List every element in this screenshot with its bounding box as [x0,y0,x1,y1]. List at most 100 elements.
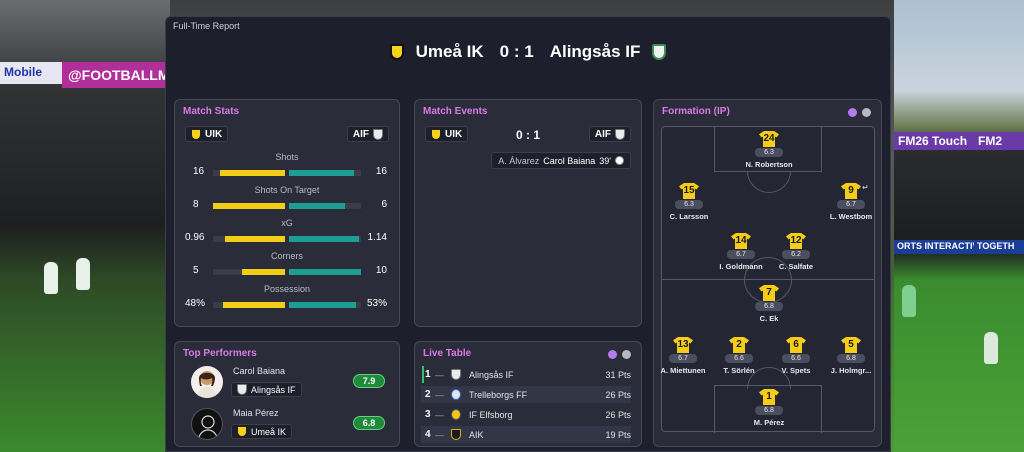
away-stat-bar [289,203,361,209]
goal-event[interactable]: A. Álvarez Carol Baiana 39' [491,152,631,169]
umea-crest-icon [389,44,404,60]
panel-title: Match Events [423,106,488,117]
player-rating: 6.3 [675,200,703,209]
match-events-panel[interactable]: Match Events UIK 0 : 1 AIF A. Álvarez Ca… [414,99,642,327]
formation-player[interactable]: 2 6.6 T. Sörlén [707,337,771,375]
stat-row: 5 10 [175,265,399,279]
formation-player[interactable]: 1 6.8 M. Pérez [737,389,801,427]
formation-player[interactable]: 7 6.8 C. Ek [737,285,801,323]
shirt-icon: 9 [841,183,861,199]
page-dot[interactable] [862,108,871,117]
away-stat-value: 6 [381,199,387,210]
ad-banner: ORTS INTERACTIVE [894,240,974,254]
away-stat-value: 16 [375,166,387,177]
event-scorer: Carol Baiana [543,155,596,166]
alingsas-crest-icon [652,44,667,60]
performer-name: Maia Pérez [233,408,279,418]
page-dot[interactable] [622,350,631,359]
away-stat-bar [289,236,361,242]
player-name: C. Ek [759,314,779,323]
table-position: 3 [425,409,431,420]
home-team-chip: UIK [185,126,229,142]
final-score: 0 : 1 [499,42,534,61]
panel-title: Live Table [423,348,472,359]
background-player [44,262,58,294]
stat-row: 0.96 1.14 [175,232,399,246]
team-abbr: AIF [594,128,611,140]
page-dot-active[interactable] [848,108,857,117]
panel-title: Top Performers [183,348,257,359]
away-stat-fill [289,203,345,209]
team-name: Alingsås IF [251,384,296,395]
shirt-icon: 7 [759,285,779,301]
player-rating: 6.6 [725,354,753,363]
away-stat-value: 10 [375,265,387,276]
formation-player[interactable]: 5 6.8 J. Holmgr... [819,337,883,375]
home-stat-bar [213,170,285,176]
panel-title: Match Stats [183,106,240,117]
home-team-name: Umeå IK [415,42,484,61]
elfsborg-crest-icon [451,409,461,420]
alingsas-crest-icon [237,384,247,395]
table-row[interactable]: 2 — Trelleborgs FF 26 Pts [421,386,631,403]
table-pager [608,350,631,359]
top-performers-panel[interactable]: Top Performers Carol Baiana Alingsås IF … [174,341,400,447]
team-name: Umeå IK [251,426,287,437]
alingsas-crest-icon [451,369,461,380]
shirt-icon: 5 [841,337,861,353]
stat-row: 86 [175,199,399,213]
live-table-panel[interactable]: Live Table 1 — Alingsås IF 31 Pts 2 — Trellebo… [414,341,642,447]
performer-item[interactable]: Carol Baiana Alingsås IF 7.9 [191,366,385,400]
stat-row: 16 16 [175,166,399,180]
ad-banner: FM2 [974,132,1024,150]
background-player [902,285,916,317]
event-minute: 39' [599,155,611,166]
table-row[interactable]: 3 — IF Elfsborg 26 Pts [421,406,631,423]
performer-item[interactable]: Maia Pérez Umeå IK 6.8 [191,408,385,442]
home-stat-bar [213,269,285,275]
background-player [76,258,90,290]
alingsas-crest-icon [373,128,383,140]
ad-banner: FM26 Touch [894,132,974,150]
table-row[interactable]: 1 — Alingsås IF 31 Pts [421,366,631,383]
home-stat-value: 0.96 [185,232,205,243]
trelleborgs-crest-icon [451,389,461,400]
player-rating: 6.6 [782,354,810,363]
formation-player[interactable]: 15 6.3 C. Larsson [657,183,721,221]
formation-panel[interactable]: Formation (IP) ↵ 24 6.3 N. Robertson 15 6.3 C… [653,99,882,447]
stat-label: Corners [270,251,303,261]
stat-row: 48% 53% [175,298,399,312]
formation-player[interactable]: 24 6.3 N. Robertson [737,131,801,169]
stat-label: xG [281,218,293,228]
shirt-icon: 1 [759,389,779,405]
team-abbr: AIF [352,128,369,140]
position-trend: — [435,389,444,400]
player-name: J. Holmgr... [830,366,872,375]
shirt-icon: 6 [786,337,806,353]
rating-badge: 7.9 [353,374,385,388]
away-stat-value: 1.14 [367,232,387,243]
table-row[interactable]: 4 — AIK 19 Pts [421,426,631,443]
formation-player[interactable]: 12 6.2 C. Salfate [764,233,828,271]
performer-team: Alingsås IF [231,382,302,397]
formation-player[interactable]: 9 6.7 L. Westbom [819,183,883,221]
stat-label: Shots [275,152,299,162]
player-name: A. Miettunen [660,366,706,375]
away-team-chip: AIF [346,126,389,142]
full-time-report: Full-Time Report Umeå IK 0 : 1 Alingsås … [165,16,891,452]
table-points: 26 Pts [605,389,631,400]
page-dot-active[interactable] [608,350,617,359]
background-player [984,332,998,364]
match-stats-panel[interactable]: Match Stats UIK AIF Shots 16 16 Shots On Ta… [174,99,400,327]
formation-player[interactable]: 13 6.7 A. Miettunen [651,337,715,375]
stat-label: Shots On Target [254,185,320,195]
football-icon [615,156,624,165]
away-stat-fill [289,269,361,275]
scoreline: Umeå IK 0 : 1 Alingsås IF [166,39,890,65]
table-points: 19 Pts [605,429,631,440]
player-name: C. Salfate [778,262,814,271]
player-rating: 6.8 [837,354,865,363]
shirt-icon: 12 [786,233,806,249]
table-position: 1 [425,369,431,380]
player-rating: 6.7 [727,250,755,259]
